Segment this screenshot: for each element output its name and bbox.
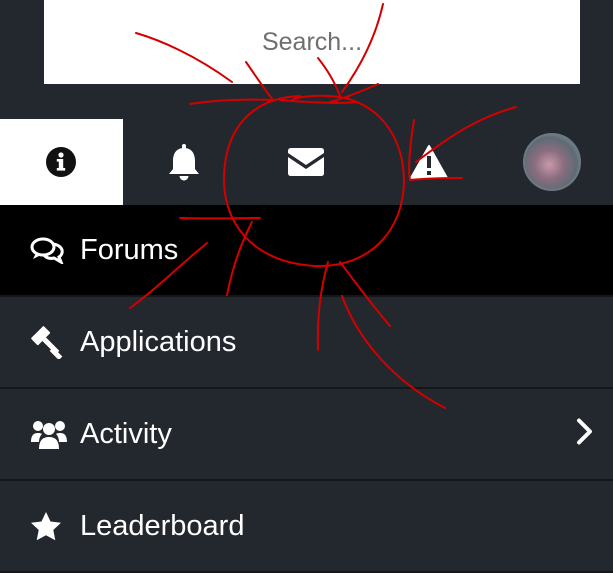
gavel-icon [30, 325, 70, 359]
menu-item-label: Activity [80, 417, 172, 450]
search-input[interactable] [44, 0, 580, 84]
warning-icon [409, 144, 449, 180]
tab-info[interactable] [0, 119, 123, 205]
chevron-right-icon[interactable] [575, 418, 595, 451]
menu-item-leaderboard[interactable]: Leaderboard [0, 481, 613, 573]
nav-menu: Forums Applications Activity Leaderboard [0, 205, 613, 573]
tab-profile[interactable] [490, 119, 613, 205]
search-area [0, 0, 613, 119]
info-icon [45, 146, 77, 178]
bell-icon [166, 143, 202, 181]
menu-item-forums[interactable]: Forums [0, 205, 613, 297]
tab-alerts[interactable] [368, 119, 491, 205]
users-icon [30, 418, 70, 450]
menu-item-activity[interactable]: Activity [0, 389, 613, 481]
envelope-icon [286, 147, 326, 177]
menu-item-label: Leaderboard [80, 509, 245, 542]
tab-bar [0, 119, 613, 205]
menu-item-applications[interactable]: Applications [0, 297, 613, 389]
search-box [44, 0, 580, 84]
star-icon [30, 511, 70, 541]
comments-icon [30, 236, 70, 264]
tab-notifications[interactable] [123, 119, 246, 205]
menu-item-label: Forums [80, 233, 179, 266]
menu-item-label: Applications [80, 325, 237, 358]
tab-messages[interactable] [245, 119, 368, 205]
avatar [522, 133, 581, 191]
